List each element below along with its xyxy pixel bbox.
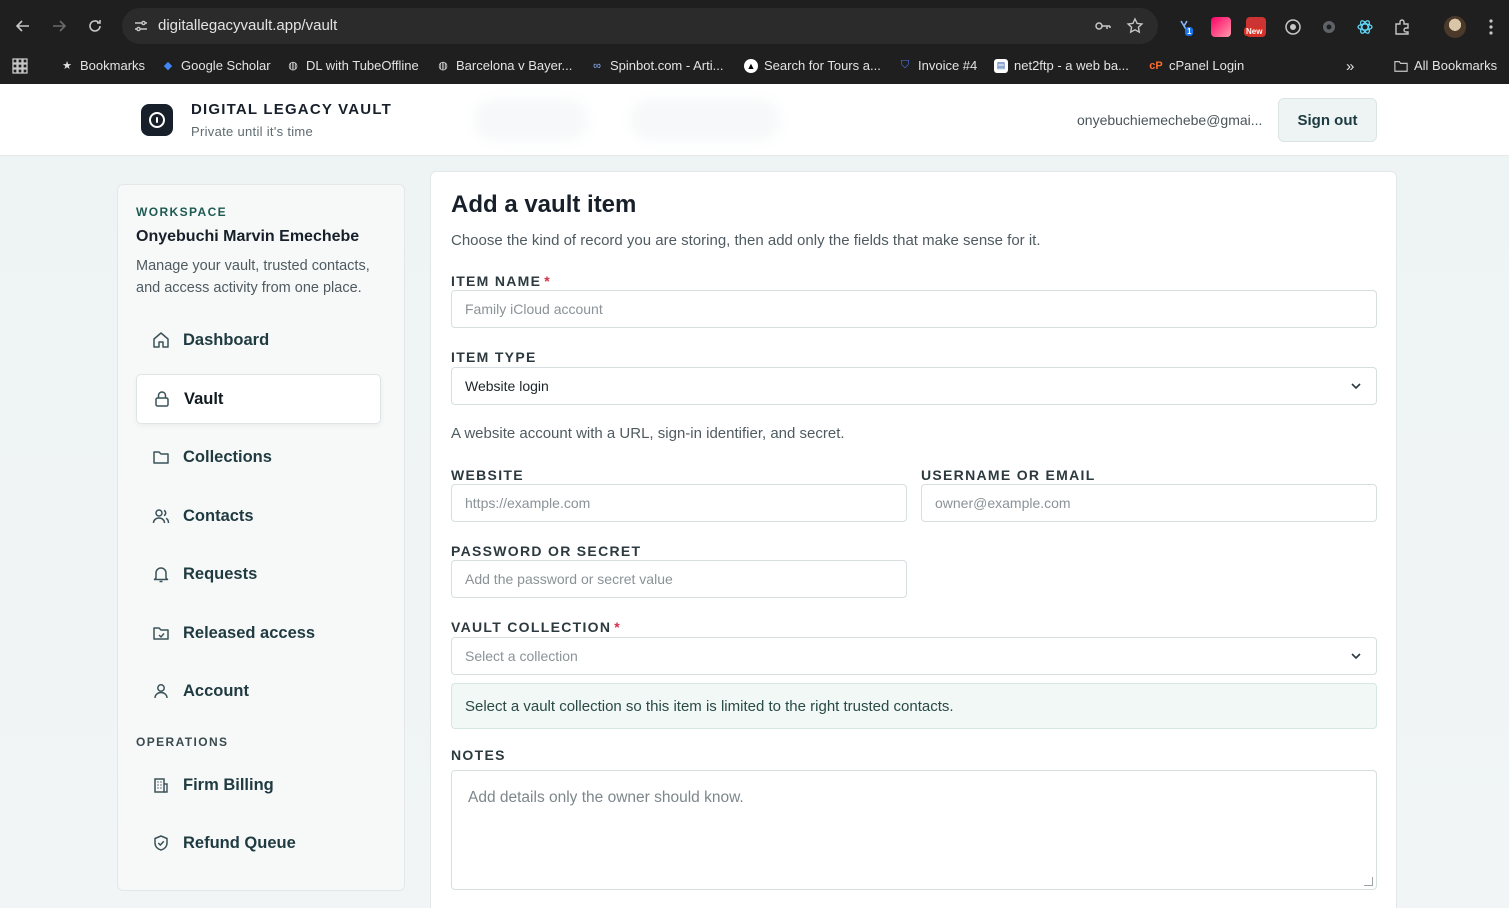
resize-handle-icon[interactable] bbox=[1364, 877, 1373, 886]
building-icon bbox=[152, 776, 170, 794]
sidebar-item-vault[interactable]: Vault bbox=[136, 374, 381, 424]
bookmark-item[interactable]: ▲ Search for Tours a... bbox=[744, 58, 881, 73]
brand-title[interactable]: DIGITAL LEGACY VAULT bbox=[191, 101, 392, 118]
globe-icon: ◍ bbox=[438, 60, 448, 72]
collection-select[interactable]: Select a collection bbox=[451, 637, 1377, 675]
sidebar-item-requests[interactable]: Requests bbox=[136, 549, 381, 599]
app-page: DIGITAL LEGACY VAULT Private until it's … bbox=[0, 84, 1509, 908]
folder-icon bbox=[1394, 59, 1408, 73]
bookmarks-bar: ★ Bookmarks ◆ Google Scholar ◍ DL with T… bbox=[0, 52, 1509, 80]
extension-translate-icon[interactable]: 1 bbox=[1177, 17, 1197, 37]
extension-new-icon[interactable]: New bbox=[1244, 17, 1266, 37]
profile-avatar[interactable] bbox=[1444, 16, 1466, 38]
username-input[interactable]: owner@example.com bbox=[921, 484, 1377, 522]
extension-count-badge: 1 bbox=[1185, 27, 1194, 36]
shield-icon: ⛉ bbox=[900, 59, 910, 71]
username-label: USERNAME OR EMAIL bbox=[921, 467, 1096, 483]
header-nav-placeholder bbox=[474, 100, 588, 140]
apps-grid-icon[interactable] bbox=[12, 58, 28, 74]
sidebar-item-contacts[interactable]: Contacts bbox=[136, 491, 381, 541]
spinbot-icon: ∞ bbox=[593, 59, 601, 72]
workspace-description: Manage your vault, trusted contacts, and… bbox=[136, 258, 370, 296]
back-icon[interactable] bbox=[10, 13, 36, 39]
extension-react-icon[interactable] bbox=[1355, 17, 1375, 37]
brand-logo-icon[interactable] bbox=[141, 104, 173, 136]
all-bookmarks-folder[interactable]: All Bookmarks bbox=[1394, 58, 1497, 73]
sidebar-item-refund-queue[interactable]: Refund Queue bbox=[136, 818, 381, 868]
item-type-label: ITEM TYPE bbox=[451, 349, 537, 365]
extension-target-icon[interactable] bbox=[1283, 17, 1303, 37]
item-type-help: A website account with a URL, sign-in id… bbox=[451, 425, 845, 442]
item-type-select[interactable]: Website login bbox=[451, 367, 1377, 405]
password-input[interactable]: Add the password or secret value bbox=[451, 560, 907, 598]
browser-menu-icon[interactable] bbox=[1481, 17, 1501, 37]
chevron-down-icon bbox=[1351, 383, 1361, 390]
collection-notice: Select a vault collection so this item i… bbox=[451, 683, 1377, 729]
shield-check-icon bbox=[152, 834, 170, 852]
users-icon bbox=[152, 507, 170, 525]
workspace-eyebrow: WORKSPACE bbox=[136, 205, 228, 219]
star-icon: ★ bbox=[62, 60, 72, 72]
folder-open-icon bbox=[152, 624, 170, 642]
reload-icon[interactable] bbox=[82, 13, 108, 39]
sidebar-item-collections[interactable]: Collections bbox=[136, 432, 381, 482]
extension-gear-icon[interactable] bbox=[1319, 17, 1339, 37]
sidebar-item-account[interactable]: Account bbox=[136, 666, 381, 716]
item-name-input[interactable]: Family iCloud account bbox=[451, 290, 1377, 328]
browser-chrome: digitallegacyvault.app/vault 1 New ★ Boo… bbox=[0, 0, 1509, 84]
bell-icon bbox=[152, 565, 170, 583]
workspace-name: Onyebuchi Marvin Emechebe bbox=[136, 228, 360, 245]
bookmark-item[interactable]: ◆ Google Scholar bbox=[161, 58, 271, 73]
user-icon bbox=[152, 682, 170, 700]
user-email: onyebuchiemechebe@gmai... bbox=[1077, 112, 1263, 128]
collection-label: VAULT COLLECTION * bbox=[451, 619, 622, 635]
bookmark-item[interactable]: ◍ DL with TubeOffline bbox=[286, 58, 419, 73]
extension-pink-icon[interactable] bbox=[1211, 17, 1231, 37]
item-name-label: ITEM NAME * bbox=[451, 273, 552, 289]
sidebar-item-released-access[interactable]: Released access bbox=[136, 608, 381, 658]
notes-textarea[interactable]: Add details only the owner should know. bbox=[451, 770, 1377, 890]
sidebar-item-firm-billing[interactable]: Firm Billing bbox=[136, 760, 381, 810]
bookmark-item[interactable]: ◍ Barcelona v Bayer... bbox=[436, 58, 572, 73]
extensions-puzzle-icon[interactable] bbox=[1392, 17, 1412, 37]
cpanel-icon: cP bbox=[1149, 59, 1163, 72]
brand-subtitle: Private until it's time bbox=[191, 124, 314, 139]
bookmark-item[interactable]: ∞ Spinbot.com - Arti... bbox=[590, 58, 723, 73]
password-key-icon[interactable] bbox=[1093, 16, 1113, 36]
globe-icon: ◍ bbox=[288, 60, 298, 72]
website-input[interactable]: https://example.com bbox=[451, 484, 907, 522]
address-bar[interactable]: digitallegacyvault.app/vault bbox=[122, 8, 1158, 44]
sign-out-button[interactable]: Sign out bbox=[1278, 98, 1377, 142]
lock-icon bbox=[153, 390, 171, 408]
required-asterisk: * bbox=[544, 273, 552, 289]
folder-icon bbox=[152, 448, 170, 466]
bookmark-star-icon[interactable] bbox=[1125, 16, 1145, 36]
bookmark-item[interactable]: ⛉ Invoice #4 bbox=[898, 58, 977, 73]
operations-eyebrow: OPERATIONS bbox=[136, 735, 229, 749]
browser-toolbar: digitallegacyvault.app/vault 1 New bbox=[0, 5, 1509, 47]
more-bookmarks-chevron-icon[interactable]: » bbox=[1346, 58, 1354, 75]
page-icon: ▤ bbox=[994, 58, 1008, 73]
add-vault-item-card: Add a vault item Choose the kind of reco… bbox=[430, 171, 1397, 908]
sidebar-item-dashboard[interactable]: Dashboard bbox=[136, 315, 381, 365]
home-icon bbox=[152, 331, 170, 349]
app-header: DIGITAL LEGACY VAULT Private until it's … bbox=[0, 84, 1509, 156]
bookmark-item[interactable]: ★ Bookmarks bbox=[60, 58, 145, 73]
password-label: PASSWORD OR SECRET bbox=[451, 543, 642, 559]
header-nav-placeholder bbox=[630, 100, 780, 140]
scholar-icon: ◆ bbox=[163, 60, 173, 72]
page-title: Add a vault item bbox=[451, 191, 637, 218]
sidebar: WORKSPACE Onyebuchi Marvin Emechebe Mana… bbox=[117, 184, 405, 891]
bookmark-item[interactable]: cP cPanel Login bbox=[1149, 58, 1244, 73]
page-subtitle: Choose the kind of record you are storin… bbox=[451, 232, 1041, 249]
bookmark-item[interactable]: ▤ net2ftp - a web ba... bbox=[994, 58, 1129, 73]
chevron-down-icon bbox=[1351, 653, 1361, 660]
url-text[interactable]: digitallegacyvault.app/vault bbox=[158, 17, 337, 34]
triangle-icon: ▲ bbox=[744, 58, 758, 73]
site-info-icon[interactable] bbox=[132, 17, 150, 35]
website-label: WEBSITE bbox=[451, 467, 524, 483]
forward-icon[interactable] bbox=[46, 13, 72, 39]
required-asterisk: * bbox=[614, 619, 622, 635]
notes-label: NOTES bbox=[451, 747, 506, 763]
